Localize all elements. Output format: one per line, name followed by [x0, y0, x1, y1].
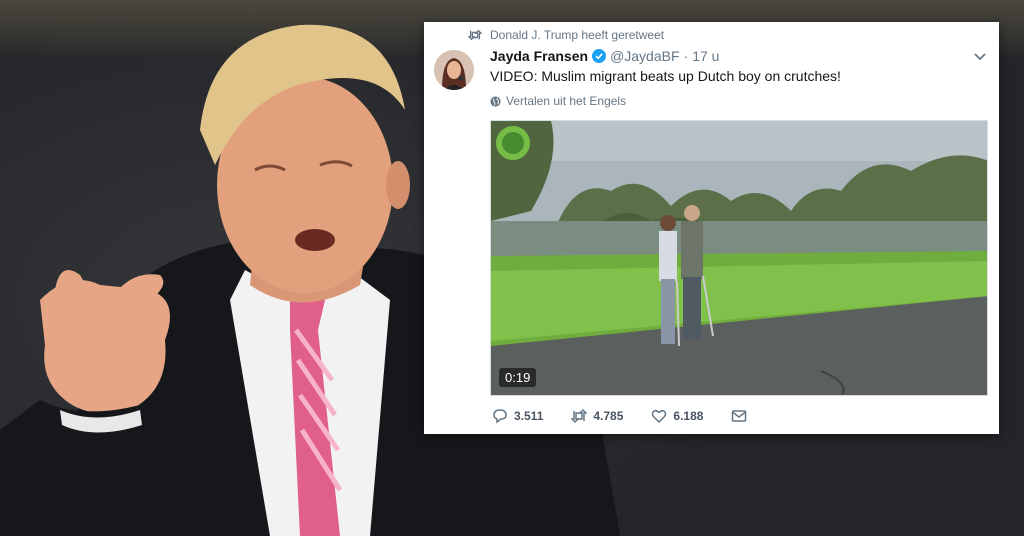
author-name[interactable]: Jayda Fransen: [490, 48, 588, 64]
video-duration: 0:19: [499, 368, 537, 387]
video-thumbnail: [491, 121, 987, 395]
retweet-action-icon: [571, 408, 588, 424]
pointing-hand: [40, 280, 170, 414]
retweet-count: 4.785: [593, 409, 624, 423]
tweet-header: Jayda Fransen @JaydaBF · 17 u: [490, 48, 719, 64]
separator-dot: ·: [683, 48, 689, 64]
retweet-notice[interactable]: Donald J. Trump heeft geretweet: [468, 28, 664, 42]
tweet-text: VIDEO: Muslim migrant beats up Dutch boy…: [490, 68, 841, 84]
translate-label[interactable]: Vertalen uit het Engels: [506, 94, 626, 108]
dm-button[interactable]: [731, 408, 747, 424]
envelope-icon: [732, 410, 747, 422]
globe-icon: [490, 95, 501, 107]
retweet-icon: [468, 29, 482, 41]
reply-button[interactable]: 3.511: [492, 408, 543, 424]
like-count: 6.188: [673, 409, 704, 423]
retweet-button[interactable]: 4.785: [571, 408, 623, 424]
chevron-down-icon[interactable]: [973, 52, 987, 62]
tweet-card[interactable]: Donald J. Trump heeft geretweet Jayda Fr…: [424, 22, 999, 434]
like-button[interactable]: 6.188: [651, 408, 703, 424]
reply-count: 3.511: [514, 409, 544, 423]
reply-icon: [493, 409, 507, 424]
tweet-time[interactable]: 17 u: [692, 48, 719, 64]
avatar[interactable]: [434, 50, 474, 90]
retweet-notice-label[interactable]: Donald J. Trump heeft geretweet: [490, 28, 664, 42]
translate-link[interactable]: Vertalen uit het Engels: [490, 94, 626, 108]
verified-badge-icon: [592, 49, 607, 63]
heart-icon: [652, 409, 667, 424]
tweet-actions: 3.511 4.785 6.188: [492, 408, 775, 424]
author-handle[interactable]: @JaydaBF: [610, 48, 679, 64]
video-player[interactable]: 0:19: [490, 120, 988, 396]
